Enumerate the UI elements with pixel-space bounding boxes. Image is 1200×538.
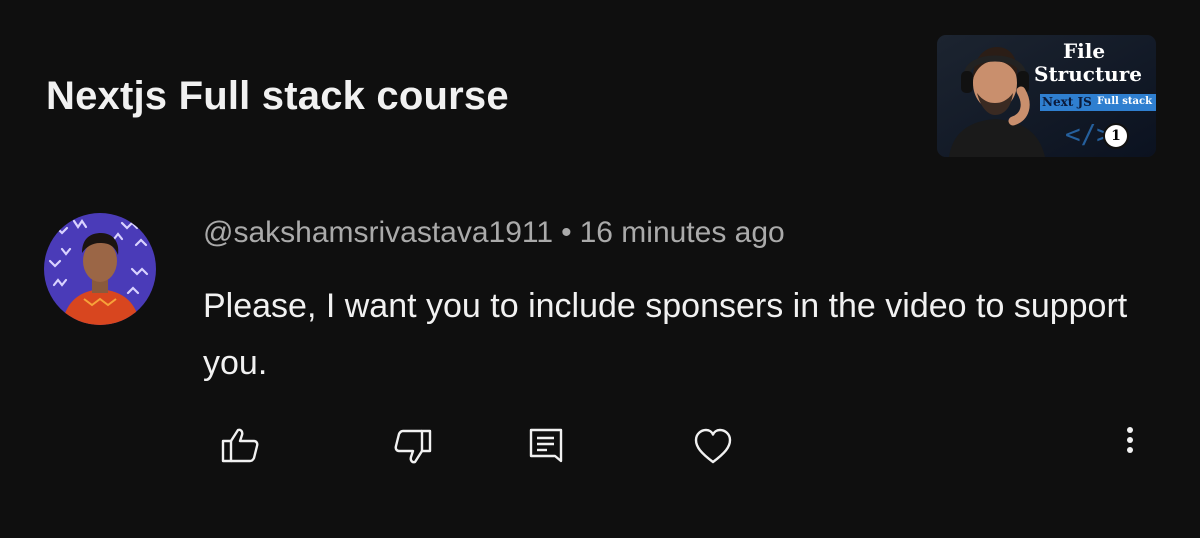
avatar[interactable] <box>44 213 156 325</box>
avatar-image <box>44 213 156 325</box>
dislike-button[interactable] <box>391 424 435 468</box>
thumbnail-banner-left: Next JS <box>1042 95 1092 109</box>
comment-timestamp: 16 minutes ago <box>579 216 785 249</box>
thumbnail-title-line2: Structure <box>1034 62 1142 86</box>
heart-icon <box>694 428 732 464</box>
thumbnail-title-line1: File <box>1062 39 1106 63</box>
comment-meta: @sakshamsrivastava1911 • 16 minutes ago <box>203 216 785 250</box>
thumbnail-banner-right: Full stack <box>1097 96 1153 107</box>
more-options-button[interactable] <box>1110 424 1150 468</box>
comment-text: Please, I want you to include sponsers i… <box>203 287 1128 382</box>
video-title[interactable]: Nextjs Full stack course <box>46 74 509 119</box>
meta-separator: • <box>561 216 572 249</box>
reply-button[interactable] <box>524 424 568 468</box>
like-button[interactable] <box>218 424 262 468</box>
thumbs-down-icon <box>394 429 432 464</box>
reply-icon <box>529 428 563 463</box>
thumbnail-episode-badge: 1 <box>1103 123 1129 149</box>
thumbs-up-icon <box>221 428 259 463</box>
more-vertical-icon <box>1127 427 1133 453</box>
heart-button[interactable] <box>691 424 735 468</box>
comment-author[interactable]: @sakshamsrivastava1911 <box>203 216 553 249</box>
video-thumbnail[interactable]: </> File Structure Next JS Full stack 1 <box>937 35 1156 157</box>
thumbnail-banner: Next JS Full stack <box>1040 94 1156 111</box>
